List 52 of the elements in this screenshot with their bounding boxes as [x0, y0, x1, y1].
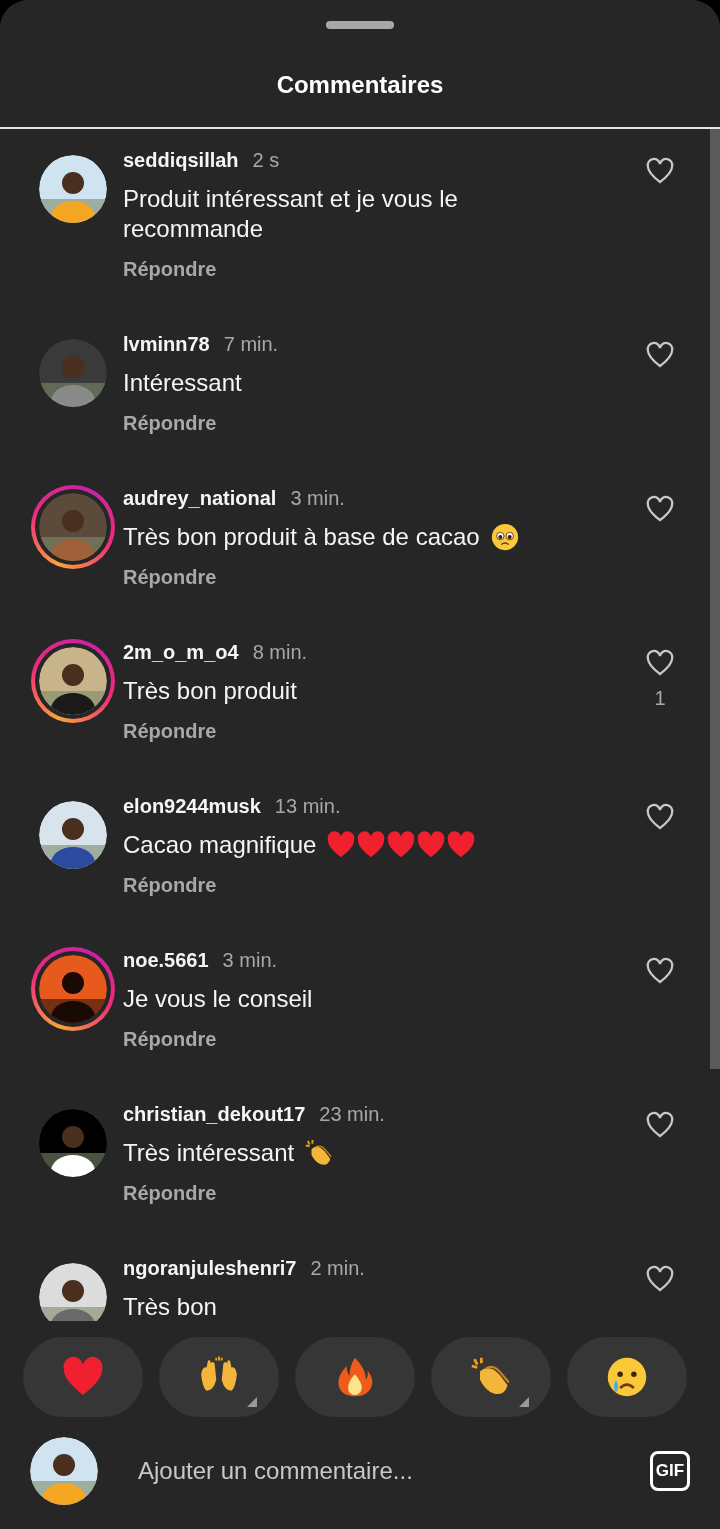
username[interactable]: lvminn78: [123, 333, 210, 356]
username[interactable]: seddiqsillah: [123, 149, 239, 172]
reply-link[interactable]: Répondre: [123, 874, 217, 897]
like-icon[interactable]: [645, 157, 675, 185]
like-icon[interactable]: [645, 495, 675, 523]
like-icon[interactable]: [645, 341, 675, 369]
comment-time: 2 min.: [310, 1257, 365, 1280]
scrollbar[interactable]: [710, 129, 720, 1069]
comment-text: Je vous le conseil: [123, 984, 313, 1014]
pleading-face-icon: [489, 522, 520, 552]
username[interactable]: noe.5661: [123, 949, 209, 972]
reply-link[interactable]: Répondre: [123, 1028, 217, 1051]
username[interactable]: audrey_national: [123, 487, 277, 510]
heart-emoji-icon: [356, 830, 387, 860]
comment-time: 7 min.: [223, 333, 279, 356]
comment-text: Intéressant: [123, 368, 242, 398]
comment-input[interactable]: Ajouter un commentaire...: [136, 1456, 612, 1486]
like-icon[interactable]: [645, 649, 675, 677]
comment-text: Très bon produit: [123, 676, 297, 706]
comment-time: 3 min.: [290, 487, 345, 510]
comment-time: 23 min.: [319, 1103, 385, 1126]
heart-emoji-icon: [386, 830, 417, 860]
like-icon[interactable]: [645, 1111, 675, 1139]
sheet-title: Commentaires: [275, 71, 445, 100]
reply-link[interactable]: Répondre: [123, 1182, 217, 1205]
username[interactable]: ngoranjuleshenri7: [123, 1257, 297, 1280]
username[interactable]: christian_dekout17: [123, 1103, 306, 1126]
drag-handle[interactable]: [326, 21, 394, 29]
crying-face-icon: [605, 1355, 649, 1399]
heart-emoji-icon: [326, 830, 357, 860]
gif-button[interactable]: GIF: [650, 1451, 690, 1491]
comment-text: Très bon produit à base de cacao: [123, 522, 480, 552]
comment-text: Cacao magnifique: [123, 830, 317, 860]
heart-emoji-icon: [446, 830, 477, 860]
like-icon[interactable]: [645, 1265, 675, 1293]
comment-text: Produit intéressant et je vous le recommande: [123, 184, 459, 244]
comment-text: Très bon: [123, 1292, 217, 1321]
reply-link[interactable]: Répondre: [123, 412, 217, 435]
comment-time: 3 min.: [222, 949, 278, 972]
comment-time: 8 min.: [252, 641, 308, 664]
like-icon[interactable]: [645, 803, 675, 831]
like-count: 1: [654, 687, 666, 710]
like-icon[interactable]: [645, 957, 675, 985]
heart-emoji-icon: [416, 830, 447, 860]
comment-time: 13 min.: [274, 795, 341, 818]
reply-link[interactable]: Répondre: [123, 566, 217, 589]
username[interactable]: 2m_o_m_o4: [123, 641, 239, 664]
reply-link[interactable]: Répondre: [123, 258, 217, 281]
comment-text: Très intéressant: [123, 1138, 295, 1168]
comment-time: 2 s: [252, 149, 280, 172]
reply-link[interactable]: Répondre: [123, 720, 217, 743]
username[interactable]: elon9244musk: [123, 795, 261, 818]
